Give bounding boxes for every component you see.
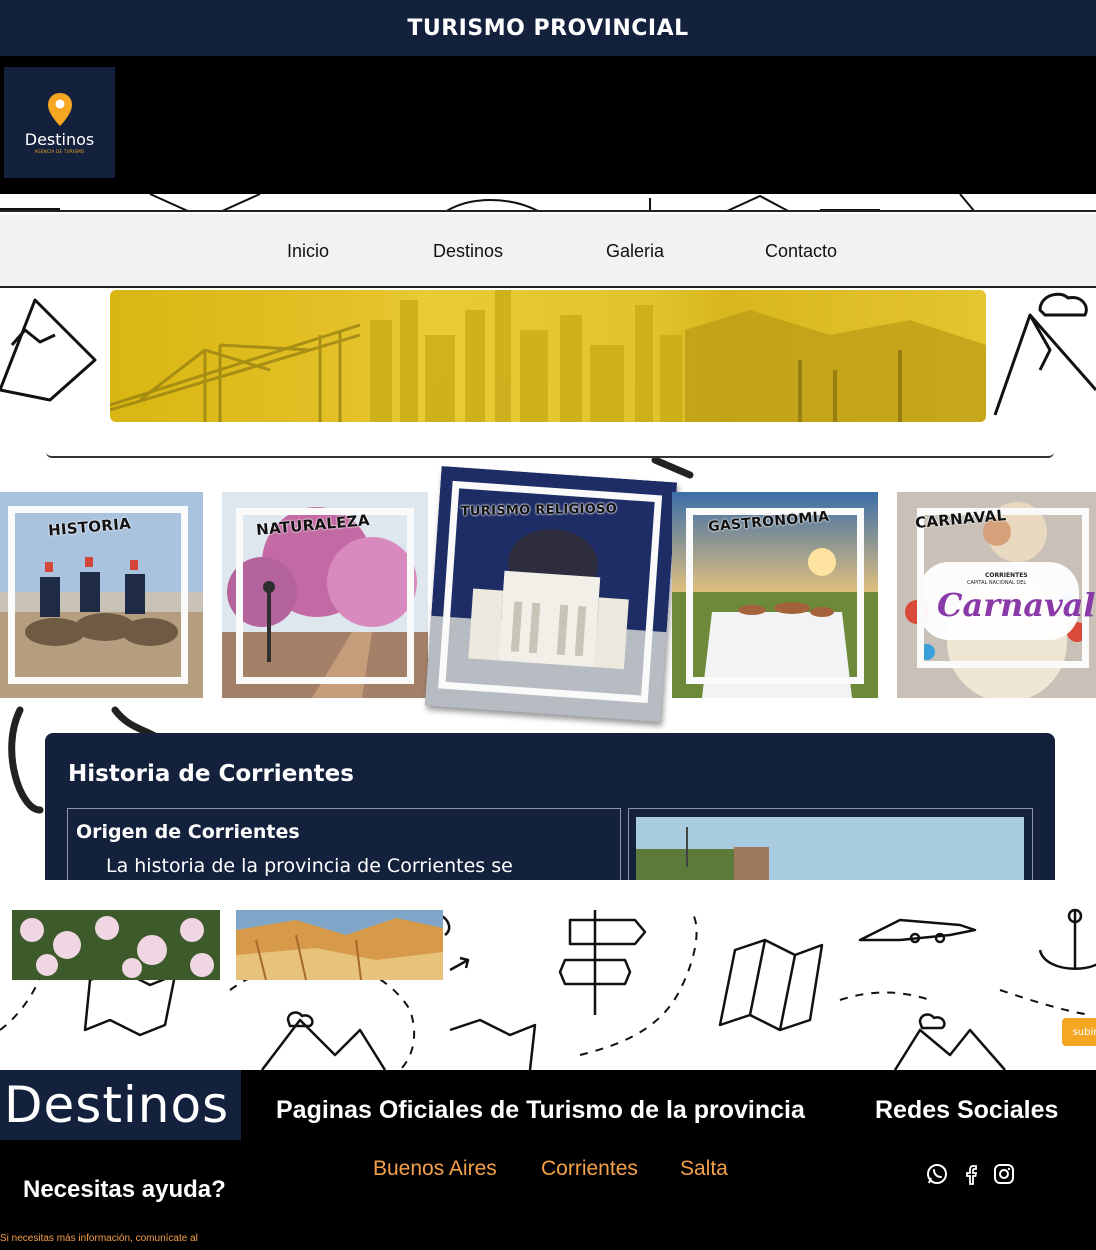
category-card-turismo-religioso[interactable]: TURISMO RELIGIOSO [424, 466, 678, 722]
banner-collage-image [110, 290, 986, 422]
history-card-title: Origen de Corrientes [76, 821, 300, 843]
site-title: TURISMO PROVINCIAL [407, 15, 689, 41]
history-card-text: La historia de la provincia de Corriente… [106, 855, 513, 877]
carnaval-badge-top: CORRIENTES [985, 572, 1028, 579]
whatsapp-icon[interactable] [925, 1162, 949, 1186]
lower-doodle-area [0, 880, 1096, 1070]
category-card-historia[interactable]: HISTORIA [0, 492, 203, 698]
carnaval-badge-word: Carnaval [937, 586, 1096, 624]
location-pin-icon [47, 92, 72, 126]
history-section: Historia de Corrientes Origen de Corrien… [45, 733, 1055, 880]
instagram-icon[interactable] [992, 1162, 1016, 1186]
history-card: Origen de Corrientes La historia de la p… [67, 808, 621, 880]
site-title-bar: TURISMO PROVINCIAL [0, 0, 1096, 56]
logo-tagline: AGENCIA DE TURISMO [34, 148, 85, 154]
footer-logo[interactable]: Destinos [0, 1070, 241, 1140]
footer-links-title: Paginas Oficiales de Turismo de la provi… [276, 1096, 805, 1124]
footer-help-note: Si necesitas más información, comunícate… [0, 1233, 198, 1244]
footer-link-salta[interactable]: Salta [680, 1157, 728, 1181]
nav-galeria[interactable]: Galeria [606, 241, 664, 262]
main-nav: Inicio Destinos Galeria Contacto [0, 214, 1096, 288]
doodle-strip [0, 194, 1096, 212]
category-card-gastronomia[interactable]: GASTRONOMIA [672, 492, 878, 698]
history-image [636, 817, 1024, 880]
footer-social-title: Redes Sociales [875, 1096, 1059, 1124]
section-divider [46, 452, 1054, 458]
header: Destinos AGENCIA DE TURISMO [0, 56, 1096, 194]
logo[interactable]: Destinos AGENCIA DE TURISMO [4, 67, 115, 178]
scroll-top-button[interactable]: subir [1062, 1018, 1096, 1046]
nav-destinos[interactable]: Destinos [433, 241, 503, 262]
gallery-thumb-canyon[interactable] [236, 910, 443, 980]
footer-help-title: Necesitas ayuda? [23, 1176, 226, 1203]
doodle-pattern-icon [0, 194, 975, 210]
history-title: Historia de Corrientes [68, 761, 354, 787]
footer-link-corrientes[interactable]: Corrientes [541, 1157, 638, 1181]
footer: Destinos Paginas Oficiales de Turismo de… [0, 1070, 1096, 1250]
nav-contacto[interactable]: Contacto [765, 241, 837, 262]
hero-banner [110, 290, 986, 422]
gallery-thumb-flowers[interactable] [12, 910, 220, 980]
category-label: TURISMO RELIGIOSO [460, 501, 618, 520]
category-card-carnaval[interactable]: CARNAVAL CORRIENTES CAPITAL NACIONAL DEL… [897, 492, 1096, 698]
footer-link-buenos-aires[interactable]: Buenos Aires [373, 1157, 497, 1181]
category-card-naturaleza[interactable]: NATURALEZA [222, 492, 428, 698]
nav-inicio[interactable]: Inicio [287, 241, 329, 262]
facebook-icon[interactable] [959, 1162, 983, 1186]
history-image-card [628, 808, 1033, 880]
logo-name: Destinos [24, 129, 95, 149]
